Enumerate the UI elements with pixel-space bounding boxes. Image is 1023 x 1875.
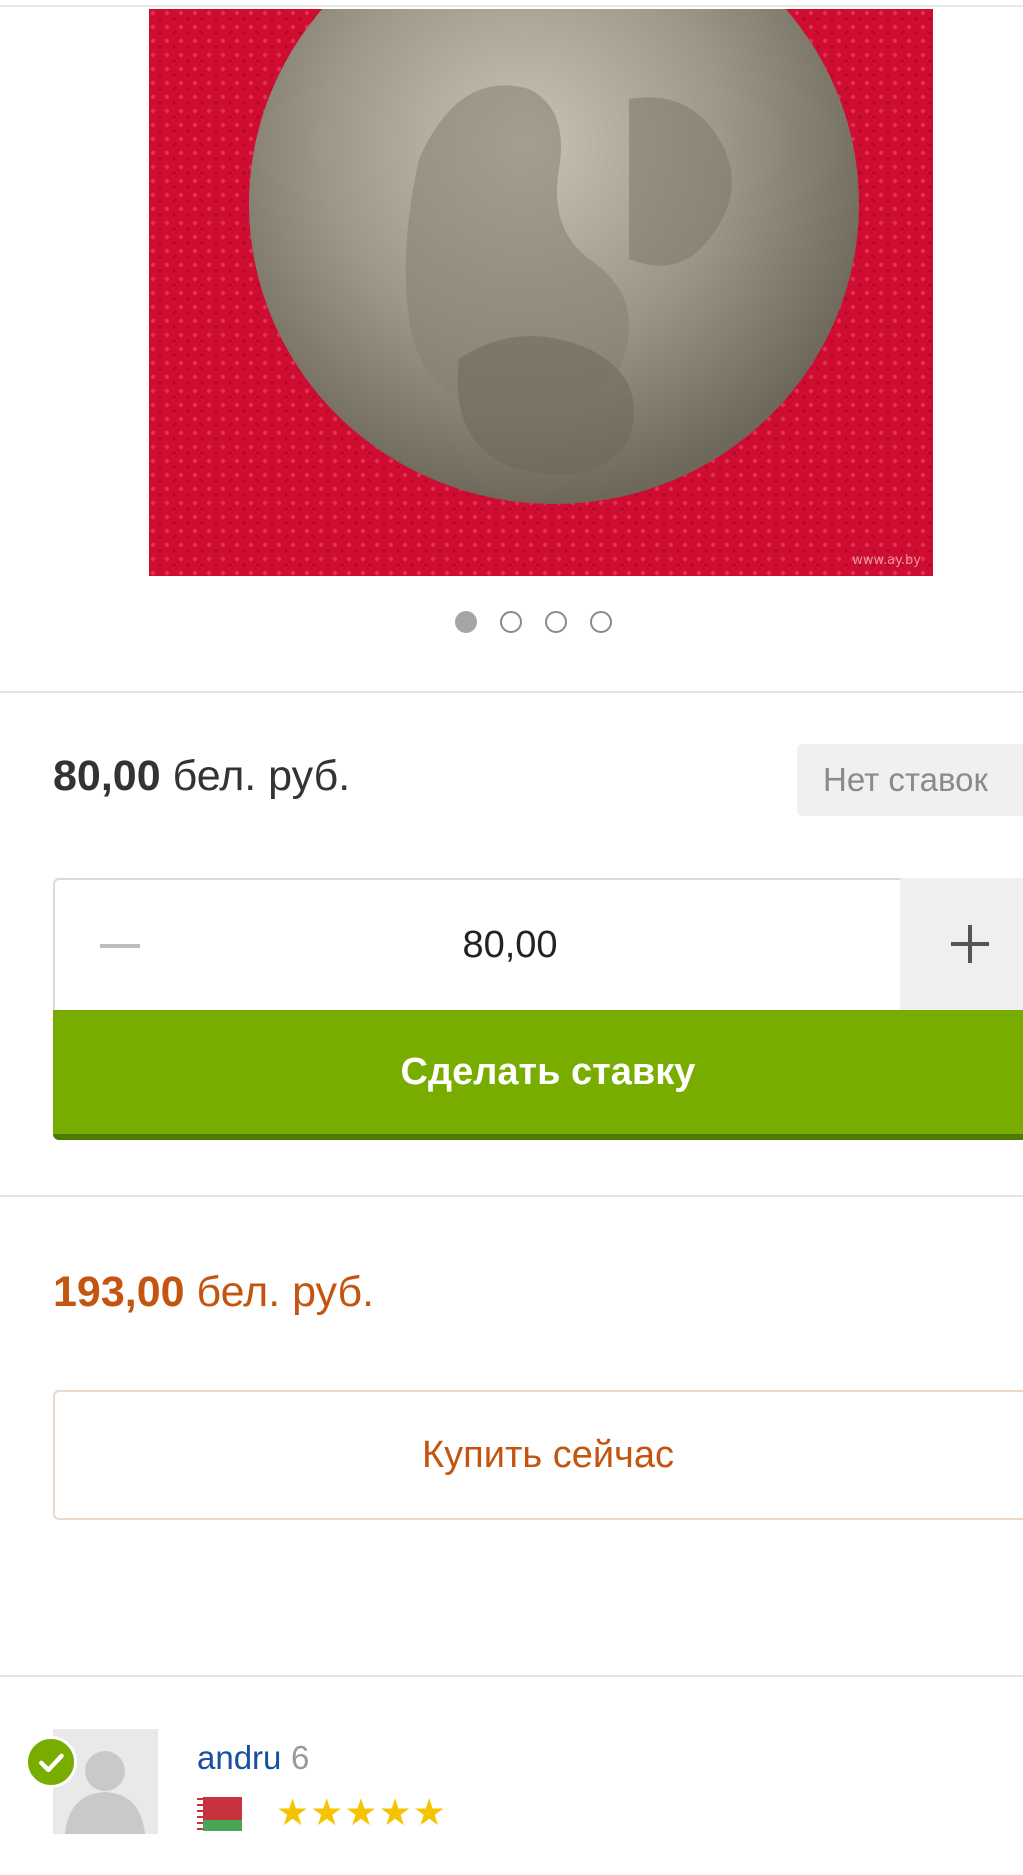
buy-now-button[interactable]: Купить сейчас xyxy=(53,1390,1023,1520)
lot-photo[interactable]: www.ay.by xyxy=(149,9,933,576)
photo-watermark: www.ay.by xyxy=(852,553,921,568)
gallery-dot-4[interactable] xyxy=(590,611,612,633)
verified-check-icon xyxy=(25,1736,77,1788)
divider xyxy=(0,1675,1023,1677)
gallery-pagination xyxy=(455,611,612,633)
current-price-value: 80,00 xyxy=(53,752,161,800)
bids-status-badge: Нет ставок xyxy=(797,744,1023,816)
divider xyxy=(0,691,1023,693)
seller-name-link[interactable]: andru xyxy=(197,1739,281,1777)
current-price: 80,00 бел. руб. xyxy=(53,752,350,801)
gallery-dot-3[interactable] xyxy=(545,611,567,633)
buy-now-price: 193,00 бел. руб. xyxy=(53,1268,374,1317)
bid-amount-stepper: 80,00 xyxy=(53,878,1023,1010)
gallery-dot-1[interactable] xyxy=(455,611,477,633)
increase-bid-button[interactable] xyxy=(900,878,1023,1010)
place-bid-button[interactable]: Сделать ставку xyxy=(53,1010,1023,1140)
seller-rating-stars: ★★★★★ xyxy=(276,1792,447,1833)
divider xyxy=(0,1195,1023,1197)
seller-score: 6 xyxy=(291,1739,310,1776)
decrease-bid-button[interactable] xyxy=(55,880,185,1010)
belarus-flag-icon xyxy=(197,1797,242,1831)
bid-amount-input[interactable]: 80,00 xyxy=(185,880,835,1010)
buy-now-price-value: 193,00 xyxy=(53,1268,185,1316)
coin-image xyxy=(149,9,933,576)
buy-now-price-currency: бел. руб. xyxy=(196,1268,375,1316)
top-divider xyxy=(0,5,1023,7)
gallery-dot-2[interactable] xyxy=(500,611,522,633)
current-price-currency: бел. руб. xyxy=(172,752,351,800)
